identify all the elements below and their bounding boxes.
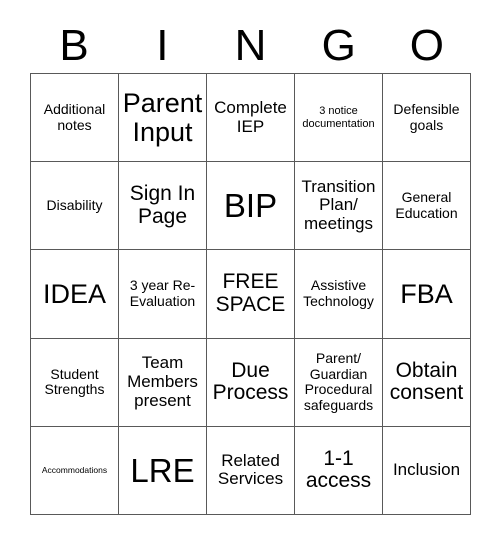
bingo-header-letter-i: I — [156, 20, 169, 70]
bingo-cell[interactable]: Team Members present — [119, 338, 207, 427]
bingo-cell-label: 1-1 access — [305, 446, 372, 493]
bingo-cell[interactable]: Defensible goals — [383, 74, 471, 163]
bingo-cell-label: Student Strengths — [44, 365, 105, 398]
bingo-cell[interactable]: Additional notes — [31, 74, 119, 163]
bingo-cell[interactable]: Parent/ Guardian Procedural safeguards — [295, 338, 383, 427]
bingo-cell-label: LRE — [130, 451, 195, 489]
bingo-cell[interactable]: Due Process — [207, 338, 295, 427]
bingo-cell-label: Related Services — [217, 450, 284, 489]
bingo-header-letter-n: N — [234, 20, 267, 70]
bingo-cell[interactable]: General Education — [383, 162, 471, 251]
bingo-cell[interactable]: Assistive Technology — [295, 250, 383, 339]
bingo-cell[interactable]: BIP — [207, 162, 295, 251]
bingo-cell-label: Disability — [46, 196, 103, 213]
bingo-cell-label: Obtain consent — [389, 358, 464, 405]
bingo-cell[interactable]: Obtain consent — [383, 338, 471, 427]
bingo-cell[interactable]: IDEA — [31, 250, 119, 339]
bingo-cell[interactable]: Accommodations — [31, 426, 119, 515]
bingo-cell[interactable]: Sign In Page — [119, 162, 207, 251]
bingo-cell-label: Inclusion — [392, 460, 461, 480]
bingo-cell-label: IDEA — [42, 278, 107, 309]
bingo-cell-label: 3 year Re-Evaluation — [129, 277, 196, 309]
bingo-header-letter-o: O — [409, 20, 445, 70]
bingo-cell-label: Complete IEP — [214, 97, 287, 136]
bingo-card: B I N G O Additional notes Parent Input … — [0, 0, 500, 544]
bingo-cell[interactable]: Inclusion — [383, 426, 471, 515]
bingo-cell-label: General Education — [395, 189, 458, 221]
bingo-cell-label: FREE SPACE — [215, 270, 286, 316]
bingo-cell-label: Sign In Page — [129, 182, 196, 228]
bingo-cell[interactable]: 3 notice documentation — [295, 74, 383, 163]
bingo-cell-label: Parent Input — [122, 88, 203, 147]
bingo-cell-free-space[interactable]: FREE SPACE — [207, 250, 295, 339]
bingo-cell-label: BIP — [223, 186, 278, 224]
bingo-cell[interactable]: Complete IEP — [207, 74, 295, 163]
bingo-cell[interactable]: Parent Input — [119, 74, 207, 163]
bingo-cell-label: Accommodations — [41, 464, 108, 475]
bingo-cell-label: Additional notes — [43, 100, 106, 133]
bingo-cell[interactable]: Student Strengths — [31, 338, 119, 427]
bingo-header-row: B I N G O — [30, 18, 471, 73]
bingo-header-letter-b: B — [59, 20, 89, 70]
bingo-grid: Additional notes Parent Input Complete I… — [30, 73, 471, 515]
bingo-cell-label: 3 notice documentation — [302, 104, 375, 130]
bingo-cell[interactable]: 3 year Re-Evaluation — [119, 250, 207, 339]
bingo-cell[interactable]: FBA — [383, 250, 471, 339]
bingo-header-letter-g: G — [321, 20, 356, 70]
bingo-cell[interactable]: 1-1 access — [295, 426, 383, 515]
bingo-cell-label: Transition Plan/ meetings — [301, 176, 376, 234]
bingo-cell[interactable]: Transition Plan/ meetings — [295, 162, 383, 251]
bingo-cell-label: Parent/ Guardian Procedural safeguards — [303, 349, 374, 413]
bingo-cell-label: Due Process — [212, 358, 289, 405]
bingo-cell-label: FBA — [400, 278, 453, 309]
bingo-cell[interactable]: LRE — [119, 426, 207, 515]
bingo-cell[interactable]: Disability — [31, 162, 119, 251]
bingo-cell-label: Assistive Technology — [303, 277, 374, 309]
bingo-cell-label: Defensible goals — [393, 100, 460, 133]
bingo-cell[interactable]: Related Services — [207, 426, 295, 515]
bingo-cell-label: Team Members present — [127, 353, 198, 410]
